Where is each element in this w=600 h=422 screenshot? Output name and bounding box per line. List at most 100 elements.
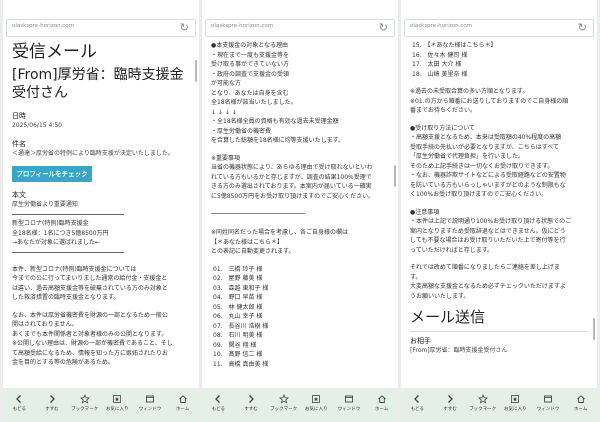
url-text: olaskspre-horizon.com bbox=[211, 23, 274, 29]
body-line: ※01.の方から順番にお送りしておりますのでご自身様の順 bbox=[410, 97, 569, 105]
url-text: olaskspre-horizon.com bbox=[12, 23, 75, 29]
bookmark-star-icon bbox=[477, 394, 488, 404]
date-value: 2025/06/15 4:50 bbox=[12, 122, 62, 129]
nav-forward-arrow[interactable]: すすむ bbox=[238, 394, 264, 412]
profile-check-button[interactable]: プロフィールをチェック bbox=[12, 166, 92, 182]
date-label: 日時 bbox=[12, 112, 26, 120]
back-arrow-icon bbox=[213, 394, 223, 404]
list-item: 11. 高橋 真由美 様 bbox=[213, 360, 269, 368]
body-line: ●受け取り方法について bbox=[410, 124, 476, 132]
reload-icon[interactable]: ↻ bbox=[379, 21, 388, 35]
body-line: ※重要事項 bbox=[211, 154, 241, 162]
nav-window[interactable]: ウィンドウ bbox=[336, 394, 362, 412]
nav-window[interactable]: ウィンドウ bbox=[137, 394, 163, 412]
body-line: っていただければと存じます。 bbox=[410, 246, 494, 254]
screen-message-middle: olaskspre-horizon.com ↻ ●本支援金の対象となる理由 ・現… bbox=[202, 0, 398, 422]
list-item: 06. 丸山 幸子 様 bbox=[213, 313, 263, 320]
bookmark-star-icon bbox=[79, 394, 90, 404]
screen-inbox-message: olaskspre-horizon.com ↻ 受信メール [From]厚労省：… bbox=[3, 0, 199, 422]
list-item: 08. 石川 明美 様 bbox=[213, 332, 263, 339]
address-bar[interactable]: olaskspre-horizon.com ↻ bbox=[6, 19, 196, 37]
body-line: 受取手続の先払いが必要となりますが、こちらはすべて bbox=[410, 143, 560, 151]
bookmark-star-icon bbox=[278, 394, 289, 404]
nav-bookmark-star[interactable]: ブックマーク bbox=[469, 394, 497, 412]
nav-label: ホーム bbox=[374, 407, 389, 412]
body-line: く100%お受け取り頂けますのでご安心ください。 bbox=[410, 191, 548, 198]
nav-label: ブックマーク bbox=[270, 407, 298, 412]
body-line: あくまでも本件関係者と対象者様のみの公開となります。 bbox=[12, 330, 168, 338]
notice-line: 新型コロナ(特例)臨時支援金 bbox=[12, 220, 89, 227]
body-line: す。 bbox=[410, 273, 422, 281]
nav-label: ウィンドウ bbox=[138, 407, 162, 412]
body-line: が可能な方 bbox=[211, 80, 242, 87]
send-mail-heading: メール送信 bbox=[410, 308, 486, 326]
body-line: ※同姓同名だった場合を考慮し、各ご自身様の欄は bbox=[211, 229, 349, 236]
nav-forward-arrow[interactable]: すすむ bbox=[39, 394, 65, 412]
scrollbar[interactable] bbox=[593, 318, 595, 340]
divider bbox=[410, 331, 588, 332]
address-bar[interactable]: olaskspre-horizon.com ↻ bbox=[205, 19, 395, 37]
list-item: 05. 林 健太郎 様 bbox=[213, 303, 263, 311]
nav-back-arrow[interactable]: もどる bbox=[6, 394, 32, 412]
scrollbar[interactable] bbox=[195, 60, 197, 82]
body-line: ・現在まで一度も支援金等を bbox=[211, 51, 290, 59]
body-line: ※過去の未受取合算の多い方順となります。 bbox=[410, 88, 529, 95]
message-content: 受信メール [From]厚労省：臨時支援金受付さん 日時 2025/06/15 … bbox=[3, 41, 199, 388]
nav-bookmark-star[interactable]: ブックマーク bbox=[71, 394, 98, 412]
nav-label: お気に入り bbox=[106, 407, 129, 412]
body-label: 本文 bbox=[12, 191, 26, 199]
nav-label: すすむ bbox=[45, 407, 59, 412]
nav-home[interactable]: ホーム bbox=[568, 394, 594, 412]
body-line: れている方もいるかと存じますが、調査の結果100%受理で bbox=[211, 173, 372, 181]
nav-label: ブックマーク bbox=[469, 407, 497, 412]
nav-favorite-star[interactable]: お気に入り bbox=[502, 394, 528, 412]
recipient-label: お相手 bbox=[410, 337, 431, 345]
favorite-star-icon bbox=[510, 394, 520, 404]
body-line: ↓ ↓ ↓ ↓ bbox=[211, 108, 237, 116]
nav-label: もどる bbox=[211, 407, 226, 412]
reload-icon[interactable]: ↻ bbox=[578, 21, 587, 35]
back-arrow-icon bbox=[14, 394, 24, 404]
body-intro: 厚生労働省より重要通知 bbox=[12, 201, 78, 208]
body-line: 大変高額な支援金となるため必ずチェックいただけますよ bbox=[410, 283, 566, 290]
subject-label: 件名 bbox=[12, 140, 26, 148]
bottom-nav: もどる すすむ ブックマーク お気に入り ウィンドウ ホーム bbox=[401, 388, 597, 422]
bottom-nav: もどる すすむ ブックマーク お気に入り ウィンドウ ホーム bbox=[202, 388, 398, 422]
window-icon bbox=[543, 394, 553, 404]
address-bar[interactable]: olaskspre-horizon.com ↻ bbox=[404, 19, 594, 37]
body-line: それでは改めて順番になりましたらご連絡を差し上げま bbox=[410, 264, 560, 271]
back-arrow-icon bbox=[412, 394, 422, 404]
notice-line: →あなたが対象に選ばれました← bbox=[12, 239, 101, 246]
divider bbox=[12, 214, 124, 215]
body-line: を防いている方もいらっしゃいますがどのような制限もな bbox=[410, 181, 566, 189]
screen-message-end: olaskspre-horizon.com ↻ 15. 【＊あなた様はこちら＊】… bbox=[401, 0, 597, 422]
reload-icon[interactable]: ↻ bbox=[180, 21, 189, 35]
body-line: 金を目的とする等の危険があるため。 bbox=[12, 359, 114, 366]
divider bbox=[211, 213, 305, 214]
recipient-list: 01. 三橋 玲子 様 02. 屋野 藤美 様 03. 森越 東和子 様 04.… bbox=[211, 265, 390, 370]
nav-home[interactable]: ホーム bbox=[369, 394, 395, 412]
nav-back-arrow[interactable]: もどる bbox=[404, 394, 430, 412]
body-line: ・本件は上記で説明通り100%お受け取り頂ける状態でのご bbox=[410, 218, 572, 225]
body-line: となり、あなたは自身を含む bbox=[211, 89, 289, 97]
nav-home[interactable]: ホーム bbox=[170, 394, 196, 412]
favorite-star-icon bbox=[311, 394, 321, 404]
body-line: 「厚生労働省で代理負担」を行いました。 bbox=[410, 153, 525, 160]
nav-back-arrow[interactable]: もどる bbox=[205, 394, 231, 412]
scrollbar[interactable] bbox=[394, 165, 396, 187]
nav-favorite-star[interactable]: お気に入り bbox=[104, 394, 130, 412]
nav-forward-arrow[interactable]: すすむ bbox=[437, 394, 463, 412]
nav-favorite-star[interactable]: お気に入り bbox=[303, 394, 329, 412]
body-line: なお、本件は厚労省機密費を財源の一部となるため一般公 bbox=[12, 311, 168, 319]
window-icon bbox=[145, 394, 155, 404]
list-item: 16. 佐々木 健司 様 bbox=[412, 51, 468, 59]
sender-heading: [From]厚労省：臨時支援金受付さん bbox=[12, 67, 184, 101]
nav-window[interactable]: ウィンドウ bbox=[535, 394, 561, 412]
nav-label: お気に入り bbox=[504, 407, 527, 412]
home-icon bbox=[576, 394, 586, 404]
list-item: 18. 山崎 美里奈 様 bbox=[412, 70, 468, 78]
body-line: ・高額支援となるため、本来は受取額の40%程度の高額 bbox=[410, 134, 562, 141]
nav-bookmark-star[interactable]: ブックマーク bbox=[270, 394, 298, 412]
forward-arrow-icon bbox=[445, 394, 455, 404]
nav-label: もどる bbox=[410, 407, 425, 412]
